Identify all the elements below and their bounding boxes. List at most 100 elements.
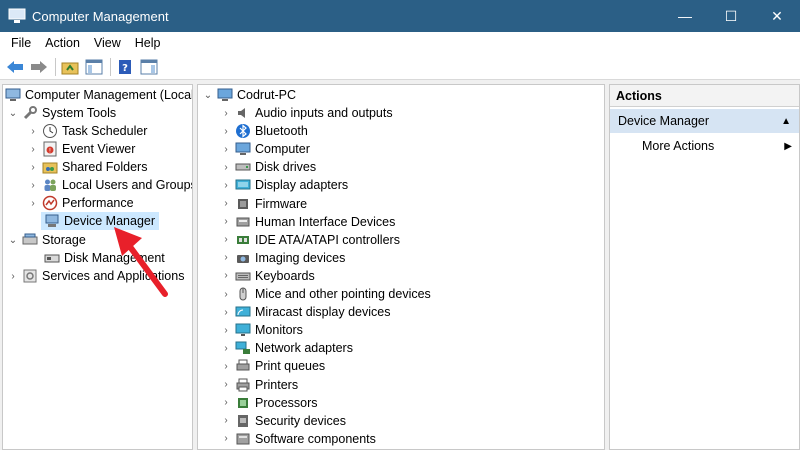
chevron-right-icon[interactable]: › <box>220 303 232 321</box>
tree-item-local-users-and-groups[interactable]: › Local Users and Groups <box>27 176 193 194</box>
chevron-right-icon[interactable]: › <box>7 267 19 285</box>
chevron-right-icon[interactable]: › <box>220 231 232 249</box>
chevron-right-icon[interactable]: › <box>27 158 39 176</box>
show-hide-action-pane-button[interactable] <box>138 57 160 77</box>
tree-item-storage[interactable]: ⌄ Storage <box>7 231 86 249</box>
menu-help[interactable]: Help <box>128 36 168 50</box>
window-controls: — ☐ ✕ <box>662 0 800 32</box>
forward-button[interactable] <box>28 57 50 77</box>
more-actions-item[interactable]: More Actions ▶ <box>642 137 792 155</box>
device-category-firmware[interactable]: › Firmware <box>220 195 307 213</box>
tree-item-computer-management[interactable]: Computer Management (Local <box>5 86 192 104</box>
tree-label: Display adapters <box>255 178 349 193</box>
menu-action[interactable]: Action <box>38 36 87 50</box>
tree-label: Disk Management <box>64 251 165 265</box>
tree-label: Shared Folders <box>62 160 148 174</box>
back-button[interactable] <box>4 57 26 77</box>
firmware-icon <box>235 196 251 212</box>
console-tree-icon <box>85 59 103 74</box>
tree-label: Imaging devices <box>255 250 346 265</box>
chevron-right-icon[interactable]: › <box>27 140 39 158</box>
menu-file[interactable]: File <box>4 36 38 50</box>
tree-label: Task Scheduler <box>62 124 148 138</box>
device-category-processors[interactable]: › Processors <box>220 394 317 412</box>
chevron-right-icon[interactable]: › <box>220 104 232 122</box>
chevron-right-icon[interactable]: › <box>220 195 232 213</box>
chevron-right-icon[interactable]: › <box>220 176 232 194</box>
show-hide-console-tree-button[interactable] <box>83 57 105 77</box>
device-category-computer[interactable]: › Computer <box>220 140 310 158</box>
tree-item-computer-root[interactable]: ⌄ Codrut-PC <box>202 86 296 104</box>
tree-item-device-manager[interactable]: Device Manager <box>41 212 160 230</box>
help-button[interactable]: ? <box>114 57 136 77</box>
tools-icon <box>22 105 38 121</box>
chevron-right-icon[interactable]: › <box>220 357 232 375</box>
collapse-triangle-icon[interactable]: ▲ <box>781 116 791 127</box>
device-category-software-components[interactable]: › Software components <box>220 430 376 448</box>
chevron-right-icon[interactable]: › <box>220 376 232 394</box>
chevron-right-icon[interactable]: › <box>220 430 232 448</box>
chevron-right-icon[interactable]: › <box>220 140 232 158</box>
tree-label: Event Viewer <box>62 142 136 156</box>
device-category-bluetooth[interactable]: › Bluetooth <box>220 122 308 140</box>
up-folder-button[interactable] <box>59 57 81 77</box>
actions-section-device-manager[interactable]: Device Manager ▲ <box>610 109 799 133</box>
chevron-right-icon[interactable]: › <box>27 176 39 194</box>
tree-item-performance[interactable]: › Performance <box>27 194 134 212</box>
tree-item-shared-folders[interactable]: › Shared Folders <box>27 158 147 176</box>
close-button[interactable]: ✕ <box>754 0 800 32</box>
device-category-monitors[interactable]: › Monitors <box>220 321 303 339</box>
chevron-right-icon[interactable]: › <box>27 194 39 212</box>
chevron-right-icon[interactable]: › <box>220 249 232 267</box>
tree-label: Local Users and Groups <box>62 178 193 192</box>
performance-icon <box>42 195 58 211</box>
device-category-keyboards[interactable]: › Keyboards <box>220 267 314 285</box>
device-category-disk-drives[interactable]: › Disk drives <box>220 158 316 176</box>
device-category-security-devices[interactable]: › Security devices <box>220 412 346 430</box>
chevron-right-icon[interactable]: › <box>220 122 232 140</box>
chevron-right-icon[interactable]: › <box>220 321 232 339</box>
chevron-right-icon[interactable]: › <box>220 158 232 176</box>
device-category-imaging-devices[interactable]: › Imaging devices <box>220 249 345 267</box>
device-category-human-interface-devices[interactable]: › Human Interface Devices <box>220 213 395 231</box>
minimize-button[interactable]: — <box>662 0 708 32</box>
chevron-right-icon[interactable]: › <box>220 412 232 430</box>
device-category-audio-inputs-and-outputs[interactable]: › Audio inputs and outputs <box>220 104 393 122</box>
chevron-down-icon[interactable]: ⌄ <box>7 104 19 122</box>
tree-label: Printers <box>255 377 299 392</box>
tree-label: Services and Applications <box>42 269 185 283</box>
device-category-ide-ata-atapi-controllers[interactable]: › IDE ATA/ATAPI controllers <box>220 231 400 249</box>
device-category-print-queues[interactable]: › Print queues <box>220 357 325 375</box>
chevron-down-icon[interactable]: ⌄ <box>202 86 214 104</box>
chevron-right-icon[interactable]: › <box>220 267 232 285</box>
chevron-right-icon[interactable]: › <box>27 122 39 140</box>
tree-item-task-scheduler[interactable]: › Task Scheduler <box>27 122 147 140</box>
computer-icon <box>217 87 233 103</box>
bluetooth-icon <box>235 123 251 139</box>
device-category-display-adapters[interactable]: › Display adapters <box>220 176 348 194</box>
device-category-printers[interactable]: › Printers <box>220 376 298 394</box>
chevron-right-icon[interactable]: › <box>220 339 232 357</box>
maximize-button[interactable]: ☐ <box>708 0 754 32</box>
processor-icon <box>235 395 251 411</box>
tree-item-system-tools[interactable]: ⌄ System Tools <box>7 104 116 122</box>
device-category-miracast-display-devices[interactable]: › Miracast display devices <box>220 303 390 321</box>
tree-item-disk-management[interactable]: Disk Management <box>41 249 165 267</box>
tree-label: Security devices <box>255 413 347 428</box>
chevron-down-icon[interactable]: ⌄ <box>7 231 19 249</box>
menu-view[interactable]: View <box>87 36 128 50</box>
device-category-network-adapters[interactable]: › Network adapters <box>220 339 353 357</box>
miracast-icon <box>235 304 251 320</box>
actions-header: Actions <box>610 85 799 107</box>
tree-item-services-and-applications[interactable]: › Services and Applications <box>7 267 184 285</box>
chevron-right-icon[interactable]: › <box>220 394 232 412</box>
tree-label: Audio inputs and outputs <box>255 106 393 120</box>
chevron-right-icon[interactable]: › <box>220 213 232 231</box>
chevron-right-icon[interactable]: › <box>220 285 232 303</box>
console-tree-pane: Computer Management (Local ⌄ System Tool… <box>2 84 193 450</box>
tree-item-event-viewer[interactable]: › ! Event Viewer <box>27 140 135 158</box>
actions-section-label: Device Manager <box>618 114 710 128</box>
tree-label: Human Interface Devices <box>255 214 396 229</box>
device-category-mice-and-other-pointing-devices[interactable]: › Mice and other pointing devices <box>220 285 430 303</box>
hid-icon <box>235 214 251 230</box>
